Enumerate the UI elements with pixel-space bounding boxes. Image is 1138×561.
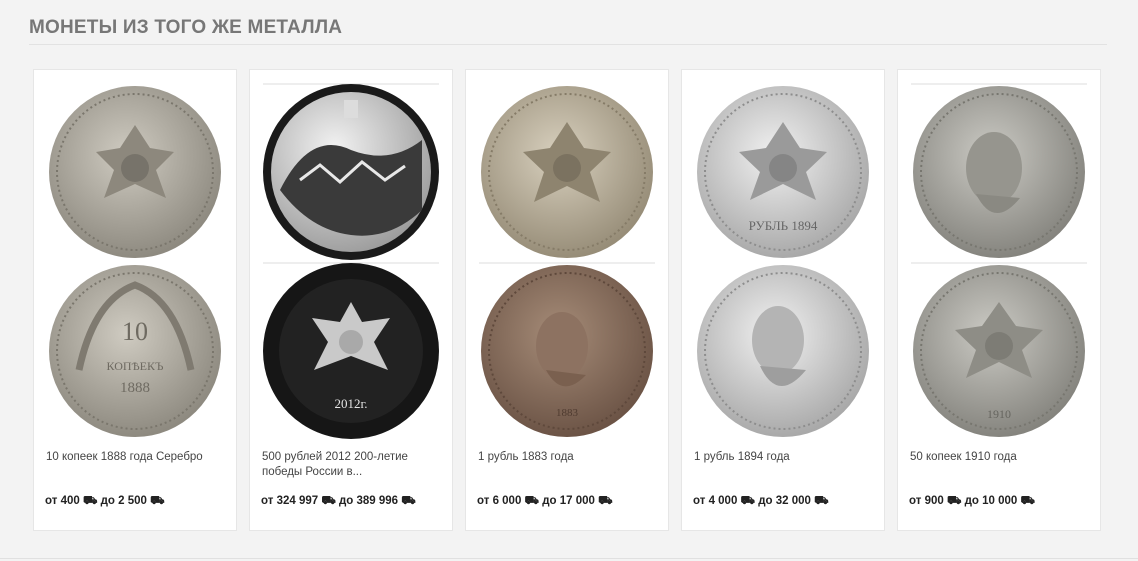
svg-text:1888: 1888 [120,380,150,396]
coin-card[interactable]: 1910 50 копеек 1910 года от 900 ⛟ до 10 … [897,69,1101,531]
coin-obverse [913,86,1085,258]
coin-obverse [49,86,221,258]
coin-image[interactable]: РУБЛЬ 1894 [682,70,884,442]
coin-price-range: от 400 ⛟ до 2 500 ⛟ [45,495,165,507]
svg-text:РУБЛЬ 1894: РУБЛЬ 1894 [749,218,818,233]
coin-card[interactable]: РУБЛЬ 1894 1 рубль 1894 года от 4 000 ⛟ … [681,69,885,531]
coin-price-range: от 324 997 ⛟ до 389 996 ⛟ [261,495,416,507]
coin-image[interactable]: 2012г. [250,70,452,442]
coin-price-range: от 4 000 ⛟ до 32 000 ⛟ [693,495,829,507]
coin-reverse [697,265,869,437]
coin-image[interactable]: 10 КОПѢЕКЪ 1888 [34,70,236,442]
svg-text:10: 10 [122,317,148,346]
coin-image[interactable]: 1883 [466,70,668,442]
svg-text:1883: 1883 [556,407,579,419]
coin-image[interactable]: 1910 [898,70,1100,442]
svg-text:1910: 1910 [987,407,1011,421]
coin-card[interactable]: 10 КОПѢЕКЪ 1888 10 копеек 1888 года Сере… [33,69,237,531]
coin-reverse: 10 КОПѢЕКЪ 1888 [49,265,221,437]
coin-name[interactable]: 50 копеек 1910 года [910,450,1090,465]
svg-text:КОПѢЕКЪ: КОПѢЕКЪ [107,359,164,373]
coin-name[interactable]: 1 рубль 1883 года [478,450,658,465]
coin-price-range: от 900 ⛟ до 10 000 ⛟ [909,495,1035,507]
coin-name[interactable]: 10 копеек 1888 года Серебро [46,450,226,465]
coin-name[interactable]: 500 рублей 2012 200-летие победы России … [262,450,442,480]
coin-obverse [481,86,653,258]
coin-card[interactable]: 1883 1 рубль 1883 года от 6 000 ⛟ до 17 … [465,69,669,531]
svg-text:2012г.: 2012г. [334,396,367,411]
coin-price-range: от 6 000 ⛟ до 17 000 ⛟ [477,495,613,507]
coin-reverse: 1883 [481,265,653,437]
bottom-divider [0,558,1138,559]
section-title: МОНЕТЫ ИЗ ТОГО ЖЕ МЕТАЛЛА [29,17,343,38]
coin-name[interactable]: 1 рубль 1894 года [694,450,874,465]
coin-obverse [263,84,439,260]
coin-reverse: 2012г. [263,263,439,439]
coin-reverse: 1910 [913,265,1085,437]
coin-card[interactable]: 2012г. 500 рублей 2012 200-летие победы … [249,69,453,531]
coin-obverse: РУБЛЬ 1894 [697,86,869,258]
title-divider [29,44,1107,45]
